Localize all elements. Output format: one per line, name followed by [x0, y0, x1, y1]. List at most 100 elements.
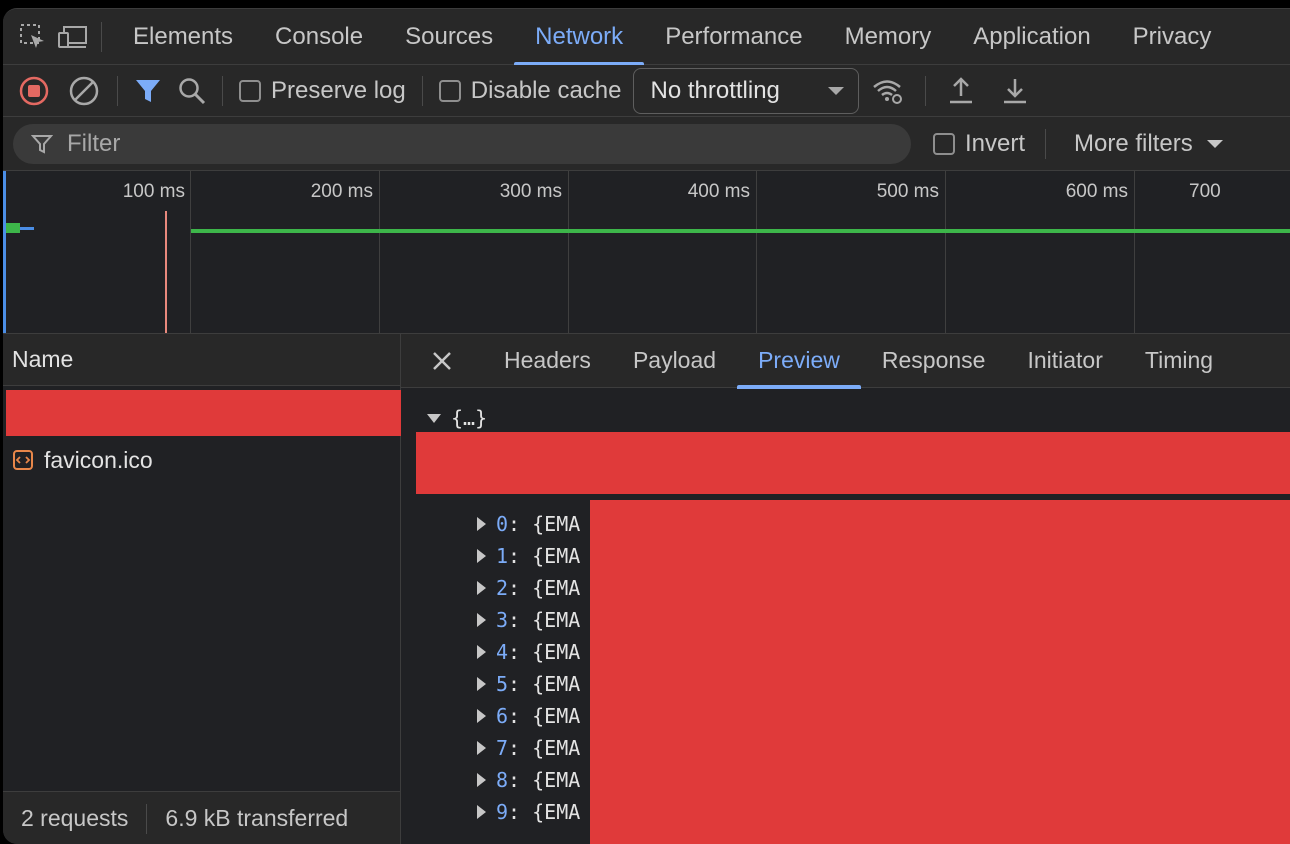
item-preview: {EMA: [532, 608, 581, 632]
tab-network[interactable]: Network: [514, 9, 645, 66]
gridline: [1134, 171, 1135, 333]
item-index: 1: [496, 544, 509, 568]
tree-root[interactable]: {…}: [427, 402, 487, 434]
network-toolbar: Preserve log Disable cache No throttling: [3, 65, 1290, 117]
device-toolbar-icon[interactable]: [53, 9, 93, 65]
tree-item[interactable]: 8: {EMA: [477, 764, 580, 796]
overview-selection-handle[interactable]: [3, 171, 6, 333]
network-conditions-icon[interactable]: [859, 65, 917, 117]
expand-arrow-icon[interactable]: [477, 613, 486, 627]
toolbar-separator: [222, 75, 223, 106]
import-har-icon[interactable]: [934, 65, 988, 117]
devtools-window: Elements Console Sources Network Perform…: [3, 8, 1290, 844]
tree-item[interactable]: 3: {EMA: [477, 604, 580, 636]
gridline: [945, 171, 946, 333]
expand-arrow-icon[interactable]: [477, 709, 486, 723]
checkbox-box[interactable]: [239, 79, 261, 102]
tick-label: 300 ms: [499, 181, 562, 202]
tick-label: 100 ms: [122, 181, 185, 202]
filter-funnel-icon[interactable]: [126, 65, 170, 117]
expand-arrow-icon[interactable]: [477, 677, 486, 691]
request-bar: [20, 227, 34, 230]
tree-item[interactable]: 2: {EMA: [477, 572, 580, 604]
expand-arrow-icon[interactable]: [477, 581, 486, 595]
clear-icon[interactable]: [59, 65, 109, 117]
tab-response[interactable]: Response: [861, 334, 1007, 388]
close-icon[interactable]: [401, 334, 483, 388]
toolbar-separator: [421, 75, 423, 106]
item-preview: {EMA: [532, 800, 581, 824]
tab-headers[interactable]: Headers: [483, 334, 612, 388]
toolbar-separator: [925, 75, 927, 106]
redacted-request-row[interactable]: [6, 390, 408, 436]
search-icon[interactable]: [170, 65, 214, 117]
caret-down-icon: [828, 86, 845, 95]
expand-arrow-icon[interactable]: [477, 549, 486, 563]
tab-application[interactable]: Application: [952, 9, 1111, 65]
request-bar: [191, 229, 1290, 233]
item-preview: {EMA: [532, 640, 581, 664]
tab-payload[interactable]: Payload: [612, 334, 737, 388]
export-har-icon[interactable]: [988, 65, 1042, 117]
timeline-overview[interactable]: 100 ms 200 ms 300 ms 400 ms 500 ms 600 m…: [3, 171, 1290, 334]
throttling-select[interactable]: No throttling: [633, 67, 860, 114]
tree-item[interactable]: 4: {EMA: [477, 636, 580, 668]
filter-separator: [1045, 128, 1047, 159]
item-preview: {EMA: [532, 544, 581, 568]
expand-arrow-icon[interactable]: [477, 805, 486, 819]
transferred-size: 6.9 kB transferred: [165, 805, 349, 831]
tab-console[interactable]: Console: [254, 9, 384, 65]
tab-elements[interactable]: Elements: [112, 9, 254, 65]
expand-arrow-icon[interactable]: [477, 645, 486, 659]
tab-performance[interactable]: Performance: [644, 9, 823, 65]
item-index: 5: [496, 672, 509, 696]
tab-initiator[interactable]: Initiator: [1006, 334, 1123, 388]
status-bar: 2 requests 6.9 kB transferred: [3, 791, 400, 844]
request-count: 2 requests: [21, 805, 129, 831]
name-column-header[interactable]: Name: [3, 334, 400, 386]
tree-item[interactable]: 1: {EMA: [477, 540, 580, 572]
record-icon[interactable]: [9, 65, 59, 117]
item-index: 7: [496, 736, 509, 760]
expand-arrow-icon[interactable]: [477, 773, 486, 787]
main-tab-bar: Elements Console Sources Network Perform…: [3, 9, 1290, 66]
tab-memory[interactable]: Memory: [824, 9, 953, 65]
item-preview: {EMA: [532, 512, 581, 536]
checkbox-box[interactable]: [438, 79, 461, 102]
item-index: 9: [496, 800, 509, 824]
more-filters-button[interactable]: More filters: [1058, 130, 1239, 158]
item-index: 2: [496, 576, 509, 600]
tree-item[interactable]: 0: {EMA: [477, 508, 580, 540]
tab-sources[interactable]: Sources: [384, 9, 514, 65]
tree-item[interactable]: 6: {EMA: [477, 700, 580, 732]
tree-item[interactable]: 5: {EMA: [477, 668, 580, 700]
item-preview: {EMA: [532, 768, 581, 792]
item-index: 0: [496, 512, 509, 536]
tree-item[interactable]: 7: {EMA: [477, 732, 580, 764]
tab-preview[interactable]: Preview: [737, 334, 861, 389]
expand-arrow-icon[interactable]: [477, 517, 486, 531]
invert-checkbox[interactable]: Invert: [925, 130, 1033, 158]
request-row[interactable]: favicon.ico: [3, 442, 400, 478]
request-detail-panel: Headers Payload Preview Response Initiat…: [401, 334, 1290, 844]
request-name: favicon.ico: [44, 446, 153, 473]
expand-arrow-icon[interactable]: [427, 413, 441, 423]
checkbox-box[interactable]: [933, 132, 955, 155]
tab-privacy[interactable]: Privacy: [1112, 9, 1233, 65]
filter-placeholder: Filter: [67, 129, 121, 157]
expand-arrow-icon[interactable]: [477, 741, 486, 755]
caret-down-icon: [1206, 139, 1223, 148]
disable-cache-checkbox[interactable]: Disable cache: [431, 77, 630, 105]
gridline: [379, 171, 380, 333]
filter-input[interactable]: Filter: [13, 123, 911, 164]
request-bar: [6, 223, 20, 233]
redacted-content: [416, 432, 1290, 494]
preserve-log-checkbox[interactable]: Preserve log: [231, 77, 414, 105]
item-preview: {EMA: [532, 576, 581, 600]
item-preview: {EMA: [532, 736, 581, 760]
tick-label: 600 ms: [1065, 181, 1128, 202]
inspect-element-icon[interactable]: [13, 9, 53, 65]
tab-timing[interactable]: Timing: [1124, 334, 1234, 388]
tree-item[interactable]: 9: {EMA: [477, 796, 580, 828]
root-summary: {…}: [451, 406, 488, 430]
